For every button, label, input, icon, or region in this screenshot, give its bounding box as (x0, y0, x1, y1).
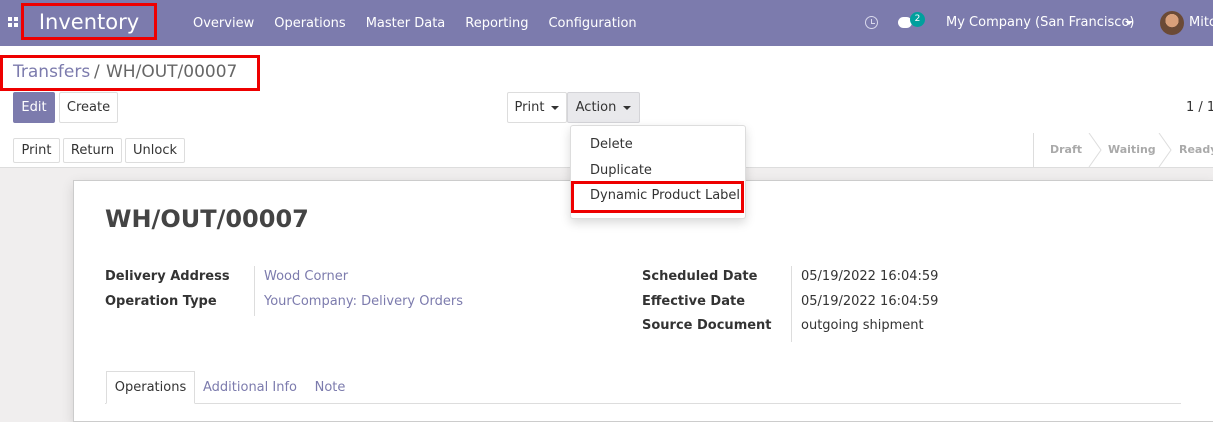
effective-date-value: 05/19/2022 16:04:59 (801, 294, 939, 309)
menu-operations[interactable]: Operations (274, 16, 345, 31)
control-panel: Transfers / WH/OUT/00007 Edit Create Pri… (0, 46, 1213, 134)
breadcrumb-current: WH/OUT/00007 (106, 62, 238, 82)
stage-ready[interactable]: Ready (1179, 143, 1213, 156)
top-navbar: Inventory Overview Operations Master Dat… (0, 0, 1213, 46)
tab-additional-info-label: Additional Info (203, 380, 297, 395)
create-button[interactable]: Create (59, 92, 118, 123)
activity-clock-icon[interactable] (865, 16, 878, 29)
tab-note[interactable]: Note (304, 371, 356, 404)
menu-reporting[interactable]: Reporting (465, 16, 528, 31)
user-name[interactable]: Mitc (1189, 15, 1213, 30)
delivery-address-value[interactable]: Wood Corner (264, 269, 348, 284)
menu-overview[interactable]: Overview (193, 16, 254, 31)
main-menu: Overview Operations Master Data Reportin… (183, 0, 647, 46)
return-button[interactable]: Return (63, 138, 122, 163)
record-title: WH/OUT/00007 (105, 205, 309, 233)
effective-date-label: Effective Date (642, 294, 746, 309)
stage-arrow-icon (1158, 133, 1172, 167)
delivery-address-label: Delivery Address (105, 269, 230, 284)
apps-grid-icon[interactable] (8, 17, 19, 28)
source-document-label: Source Document (642, 318, 772, 333)
create-label: Create (66, 100, 111, 115)
chat-count-badge: 2 (910, 12, 925, 27)
menu-item-highlight (571, 181, 744, 213)
menu-item-delete[interactable]: Delete (590, 137, 633, 152)
operation-type-label: Operation Type (105, 294, 217, 309)
caret-down-icon (623, 105, 632, 110)
pager-value[interactable]: 1 / 1 (1186, 100, 1213, 115)
caret-down-icon[interactable] (1125, 21, 1133, 25)
menu-item-duplicate[interactable]: Duplicate (590, 163, 652, 178)
scheduled-date-value: 05/19/2022 16:04:59 (801, 269, 939, 284)
breadcrumb-transfers[interactable]: Transfers (13, 62, 90, 82)
print-dropdown-button[interactable]: Print (507, 92, 567, 123)
company-switcher[interactable]: My Company (San Francisco) (946, 15, 1134, 30)
menu-configuration[interactable]: Configuration (548, 16, 636, 31)
stage-draft[interactable]: Draft (1050, 143, 1082, 156)
field-divider (254, 266, 255, 316)
menu-master-data[interactable]: Master Data (366, 16, 446, 31)
edit-button[interactable]: Edit (13, 92, 55, 123)
print-button-label: Print (21, 143, 52, 158)
return-button-label: Return (70, 143, 115, 158)
caret-down-icon (551, 105, 560, 110)
operation-type-value[interactable]: YourCompany: Delivery Orders (264, 294, 463, 309)
edit-label: Edit (21, 100, 47, 115)
app-name[interactable]: Inventory (39, 10, 139, 34)
avatar[interactable] (1160, 11, 1184, 35)
print-button[interactable]: Print (13, 138, 60, 163)
stage-waiting[interactable]: Waiting (1108, 143, 1156, 156)
stage-arrow-icon (1088, 133, 1102, 167)
action-dropdown-button[interactable]: Action (567, 92, 640, 123)
app-brand-highlight: Inventory (21, 3, 157, 40)
tab-operations[interactable]: Operations (106, 371, 195, 404)
tab-operations-label: Operations (114, 380, 187, 395)
print-label: Print (514, 100, 545, 115)
scheduled-date-label: Scheduled Date (642, 269, 758, 284)
tab-note-label: Note (314, 380, 346, 395)
tab-additional-info[interactable]: Additional Info (198, 371, 302, 404)
field-divider (791, 266, 792, 342)
breadcrumb-separator: / (94, 62, 100, 82)
action-label: Action (575, 100, 617, 115)
source-document-value: outgoing shipment (801, 318, 924, 333)
unlock-button[interactable]: Unlock (125, 138, 185, 163)
unlock-button-label: Unlock (133, 143, 177, 158)
stage-divider (1033, 133, 1034, 167)
